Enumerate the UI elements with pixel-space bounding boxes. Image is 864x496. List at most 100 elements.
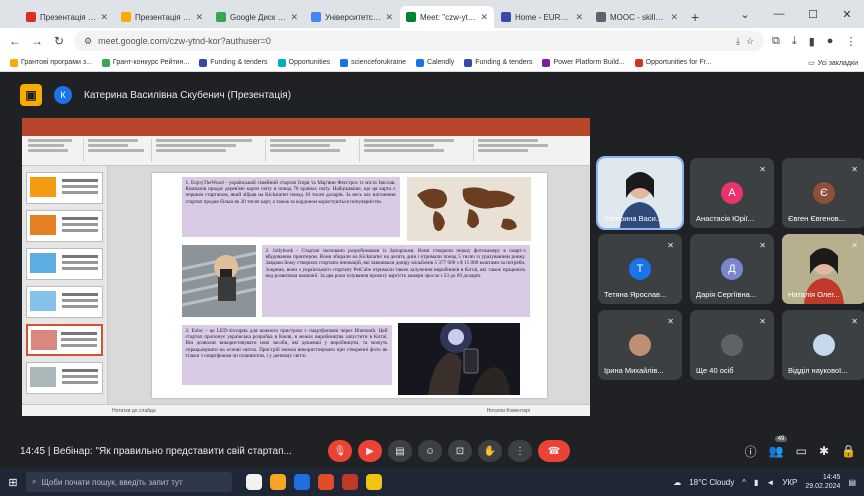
tab-close-icon[interactable]: ✕ xyxy=(385,12,393,23)
taskbar-clock[interactable]: 14:45 29.02.2024 xyxy=(805,473,840,491)
extensions-icon[interactable]: ⧉ xyxy=(772,35,780,48)
sidepanel-icon[interactable]: ▮ xyxy=(809,35,815,48)
participant-name: Анастасія Юрії... xyxy=(696,214,754,223)
present-screen-icon[interactable]: ⊡ xyxy=(448,440,472,462)
bookmark-item[interactable]: Funding & tenders xyxy=(464,58,532,67)
tab-close-icon[interactable]: ✕ xyxy=(100,12,108,23)
url-bar[interactable]: ⚙ meet.google.com/czw-ytnd-kor?authuser=… xyxy=(74,31,764,51)
captions-icon[interactable]: ▤ xyxy=(388,440,412,462)
tab-title: Презентація Skills21 xyxy=(135,12,192,22)
slide-notes[interactable]: Нотатки до слайда xyxy=(112,408,156,414)
participant-avatar xyxy=(813,334,835,356)
meeting-info: 14:45 | Вебінар: "Як правильно представи… xyxy=(20,445,292,457)
menu-kebab-icon[interactable]: ⋮ xyxy=(845,35,856,48)
maximize-button[interactable]: ☐ xyxy=(796,8,830,21)
app-icon[interactable] xyxy=(366,474,382,490)
more-options-icon[interactable]: ⋮ xyxy=(508,440,532,462)
host-controls-icon[interactable]: 🔒 xyxy=(841,444,856,458)
network-icon[interactable]: ▮ xyxy=(754,478,758,487)
participant-tile[interactable]: ✕ Ще 40 осіб xyxy=(690,310,774,380)
people-icon[interactable]: 49 👥 xyxy=(769,436,788,458)
bookmark-item[interactable]: Грант-конкурс Рейтин... xyxy=(101,58,189,67)
participant-tile[interactable]: Є ✕ Євген Євгенов... xyxy=(782,158,864,228)
ppt-status-right[interactable]: Нотатки Коментарі xyxy=(487,408,530,414)
participant-tile[interactable]: А ✕ Анастасія Юрії... xyxy=(690,158,774,228)
tab-close-icon[interactable]: ✕ xyxy=(575,12,583,23)
powerpoint-icon[interactable] xyxy=(342,474,358,490)
taskbar-search[interactable]: ⌕ Щоби почати пошук, введіть запит тут xyxy=(26,472,232,492)
meet-stage: ▣ К Катерина Василівна Скубенич (Презент… xyxy=(0,72,864,468)
mail-icon[interactable] xyxy=(294,474,310,490)
tab-title: Презентація Skills21 xyxy=(40,12,97,22)
info-icon[interactable]: ⓘ xyxy=(745,443,757,460)
taskview-icon[interactable] xyxy=(246,474,262,490)
slide-thumbnail[interactable] xyxy=(26,172,103,204)
activities-icon[interactable]: ✱ xyxy=(819,444,829,458)
volume-icon[interactable]: ◄ xyxy=(766,478,774,487)
weather-text[interactable]: 18°C Cloudy xyxy=(689,478,734,487)
install-icon[interactable]: ⤓ xyxy=(736,36,740,47)
browser-tab[interactable]: Презентація Skills21✕ xyxy=(115,6,209,28)
participant-tile[interactable]: ✕ Катерина Васи... xyxy=(596,156,684,230)
slide-thumbnail-selected[interactable] xyxy=(26,324,103,356)
leave-call-button[interactable]: ☎ xyxy=(538,440,570,462)
slide-thumbnail[interactable] xyxy=(26,210,103,242)
slide-thumbnail[interactable] xyxy=(26,248,103,280)
emoji-icon[interactable]: ☺ xyxy=(418,440,442,462)
participant-tile[interactable]: ✕ Наталія Олег... xyxy=(782,234,864,304)
browser-tab[interactable]: Home - EUROPEAN✕ xyxy=(495,6,589,28)
bookmark-star-icon[interactable]: ☆ xyxy=(746,36,754,47)
participant-tile[interactable]: Д ✕ Дарія Сергіївна... xyxy=(690,234,774,304)
browser-tab[interactable]: Meet: "czw-ytnd- ✕ xyxy=(400,6,494,28)
folder-icon: ▭ xyxy=(808,60,815,67)
bookmark-item[interactable]: Funding & tenders xyxy=(199,58,268,67)
mic-off-icon[interactable]: 🎙 xyxy=(328,440,352,462)
tab-search-icon[interactable]: ⌄ xyxy=(728,8,762,21)
participant-tile[interactable]: Т ✕ Тетяна Ярослав... xyxy=(598,234,682,304)
participant-name: Дарія Сергіївна... xyxy=(696,290,757,299)
slide-thumbnail[interactable] xyxy=(26,362,103,394)
tab-close-icon[interactable]: ✕ xyxy=(290,12,298,23)
minimize-button[interactable]: — xyxy=(762,8,796,20)
file-explorer-icon[interactable] xyxy=(270,474,286,490)
back-arrow-icon[interactable]: ← xyxy=(8,34,22,48)
browser-tab[interactable]: Google Диск - папк✕ xyxy=(210,6,304,28)
participant-name: Катерина Васи... xyxy=(604,214,663,223)
participant-tile[interactable]: ✕ Ірина Михайлів... xyxy=(598,310,682,380)
site-info-icon[interactable]: ⚙ xyxy=(84,36,92,47)
all-bookmarks[interactable]: ▭ Усі закладки xyxy=(802,54,858,71)
bookmark-item[interactable]: Opportunities xyxy=(277,58,330,67)
windows-start-icon[interactable]: ⊞ xyxy=(0,476,26,489)
chat-icon[interactable]: ▭ xyxy=(796,444,807,458)
presenter-bar: ▣ К Катерина Василівна Скубенич (Презент… xyxy=(20,82,291,108)
language-indicator[interactable]: УКР xyxy=(782,478,797,487)
chrome-icon[interactable] xyxy=(318,474,334,490)
participant-tile[interactable]: ✕ Відділ наукової... xyxy=(782,310,864,380)
tab-close-icon[interactable]: ✕ xyxy=(670,12,678,23)
browser-tab[interactable]: MOOC - skills2com ✕ xyxy=(590,6,684,28)
slide-thumbnail[interactable] xyxy=(26,286,103,318)
browser-tab[interactable]: Презентація Skills21✕ xyxy=(20,6,114,28)
mic-muted-icon: ✕ xyxy=(667,317,674,326)
close-window-button[interactable]: ✕ xyxy=(830,8,864,21)
camera-off-icon[interactable]: ▶ xyxy=(358,440,382,462)
reload-icon[interactable]: ↻ xyxy=(52,34,66,48)
browser-tab[interactable]: Університетський ✕ xyxy=(305,6,399,28)
bookmark-item[interactable]: scienceforukraine xyxy=(340,58,406,67)
bookmark-item[interactable]: Calendly xyxy=(416,58,454,67)
bookmark-item[interactable]: Opportunities for Fr... xyxy=(634,58,711,67)
taskbar-apps xyxy=(246,474,382,490)
participant-name: Ірина Михайлів... xyxy=(604,366,664,375)
profile-icon[interactable]: ● xyxy=(827,35,834,48)
new-tab-button[interactable]: + xyxy=(685,6,705,28)
raise-hand-icon[interactable]: ✋ xyxy=(478,440,502,462)
tab-close-icon[interactable]: ✕ xyxy=(480,12,488,23)
notifications-icon[interactable]: ▤ xyxy=(848,478,856,487)
bookmark-item[interactable]: Power Platform Build... xyxy=(542,58,625,67)
tray-chevron-icon[interactable]: ^ xyxy=(742,478,746,487)
meeting-title: Вебінар: "Як правильно представити свій … xyxy=(53,445,292,457)
forward-arrow-icon[interactable]: → xyxy=(30,34,44,48)
bookmark-item[interactable]: Грантові програми з... xyxy=(10,58,92,67)
tab-close-icon[interactable]: ✕ xyxy=(195,12,203,23)
download-icon[interactable]: ⤓ xyxy=(792,35,797,48)
